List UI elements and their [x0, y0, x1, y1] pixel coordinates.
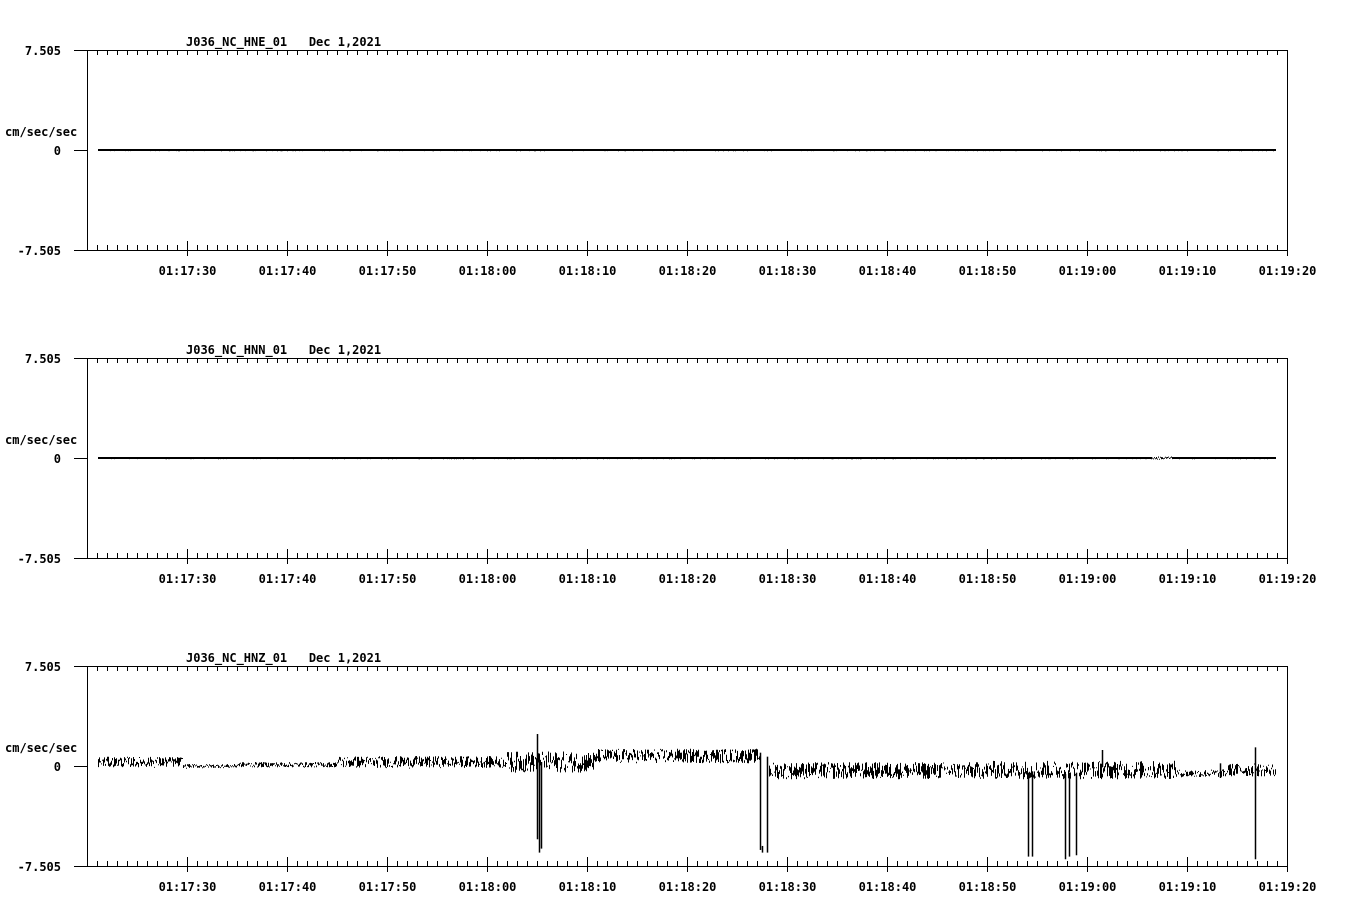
- x-tick-label: 01:18:20: [659, 264, 717, 278]
- y-tick-label: 7.505: [25, 352, 61, 366]
- x-tick-label: 01:18:10: [559, 880, 617, 894]
- x-tick-label: 01:17:30: [159, 572, 217, 586]
- x-tick-label: 01:19:10: [1159, 880, 1217, 894]
- x-tick-label: 01:18:40: [859, 880, 917, 894]
- x-tick-label: 01:17:40: [259, 880, 317, 894]
- x-tick-label: 01:19:00: [1059, 572, 1117, 586]
- x-tick-label: 01:18:10: [559, 264, 617, 278]
- y-axis-label: cm/sec/sec: [5, 741, 77, 755]
- y-tick-label: -7.505: [18, 244, 61, 258]
- x-tick-label: 01:19:20: [1259, 264, 1317, 278]
- x-tick-label: 01:18:20: [659, 880, 717, 894]
- panel-1: J036_NC_HNN_01 Dec 1,2021 cm/sec/sec 7.505…: [5, 343, 1316, 586]
- panel-title: J036_NC_HNN_01 Dec 1,2021: [186, 343, 381, 358]
- panel-title: J036_NC_HNE_01 Dec 1,2021: [186, 35, 381, 50]
- x-tick-label: 01:18:20: [659, 572, 717, 586]
- x-tick-label: 01:18:10: [559, 572, 617, 586]
- y-tick-label: 0: [54, 452, 61, 466]
- y-tick-label: 0: [54, 760, 61, 774]
- x-tick-label: 01:19:10: [1159, 264, 1217, 278]
- x-tick-label: 01:18:40: [859, 264, 917, 278]
- x-tick-label: 01:18:50: [959, 264, 1017, 278]
- x-tick-label: 01:18:00: [459, 572, 517, 586]
- x-tick-label: 01:18:00: [459, 880, 517, 894]
- y-tick-label: 7.505: [25, 44, 61, 58]
- x-tick-label: 01:17:50: [359, 572, 417, 586]
- seismogram-figure: J036_NC_HNE_01 Dec 1,2021 cm/sec/sec 7.505…: [5, 35, 1316, 894]
- x-tick-label: 01:18:50: [959, 880, 1017, 894]
- x-tick-label: 01:17:40: [259, 264, 317, 278]
- x-tick-label: 01:18:30: [759, 880, 817, 894]
- x-tick-label: 01:18:00: [459, 264, 517, 278]
- x-tick-label: 01:19:20: [1259, 572, 1317, 586]
- x-tick-label: 01:18:50: [959, 572, 1017, 586]
- x-tick-label: 01:18:30: [759, 264, 817, 278]
- x-tick-label: 01:19:00: [1059, 264, 1117, 278]
- x-tick-label: 01:19:10: [1159, 572, 1217, 586]
- y-tick-label: -7.505: [18, 552, 61, 566]
- y-tick-label: -7.505: [18, 860, 61, 874]
- x-tick-label: 01:18:40: [859, 572, 917, 586]
- y-axis-label: cm/sec/sec: [5, 125, 77, 139]
- x-tick-label: 01:19:00: [1059, 880, 1117, 894]
- panel-2: J036_NC_HNZ_01 Dec 1,2021 cm/sec/sec 7.505…: [5, 651, 1316, 894]
- x-tick-label: 01:19:20: [1259, 880, 1317, 894]
- x-tick-label: 01:17:30: [159, 264, 217, 278]
- x-tick-label: 01:17:50: [359, 880, 417, 894]
- x-tick-label: 01:17:40: [259, 572, 317, 586]
- x-tick-label: 01:17:30: [159, 880, 217, 894]
- x-tick-label: 01:17:50: [359, 264, 417, 278]
- x-tick-label: 01:18:30: [759, 572, 817, 586]
- y-tick-label: 7.505: [25, 660, 61, 674]
- panel-title: J036_NC_HNZ_01 Dec 1,2021: [186, 651, 381, 666]
- y-axis-label: cm/sec/sec: [5, 433, 77, 447]
- waveform-trace: [98, 748, 1276, 780]
- y-tick-label: 0: [54, 144, 61, 158]
- panel-0: J036_NC_HNE_01 Dec 1,2021 cm/sec/sec 7.505…: [5, 35, 1316, 278]
